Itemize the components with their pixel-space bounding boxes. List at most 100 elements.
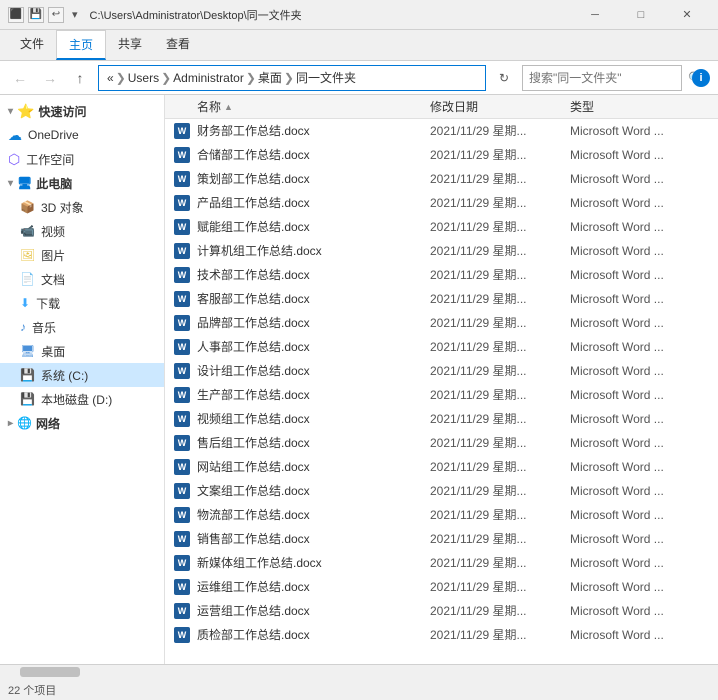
column-name[interactable]: 名称 ▲: [197, 98, 430, 115]
table-row[interactable]: W 财务部工作总结.docx 2021/11/29 星期... Microsof…: [165, 119, 718, 143]
undo-icon[interactable]: ↩: [48, 7, 64, 23]
file-items-container: W 财务部工作总结.docx 2021/11/29 星期... Microsof…: [165, 119, 718, 647]
sidebar-item-label: 工作空间: [26, 151, 156, 168]
ribbon-tabs: 文件 主页 共享 查看: [0, 30, 718, 60]
desktop-icon: 🖥: [20, 344, 35, 358]
maximize-button[interactable]: [618, 0, 664, 30]
table-row[interactable]: W 生产部工作总结.docx 2021/11/29 星期... Microsof…: [165, 383, 718, 407]
sort-arrow-icon: ▲: [224, 102, 233, 112]
sidebar-item-quick-access[interactable]: ▾ ⭐ 快速访问: [0, 99, 164, 123]
sidebar-item-label: 网络: [36, 415, 60, 432]
sidebar-item-music[interactable]: ♪ 音乐: [0, 315, 164, 339]
info-icon[interactable]: i: [692, 69, 710, 87]
word-file-icon: W: [173, 482, 191, 500]
file-name: 销售部工作总结.docx: [197, 530, 430, 547]
table-row[interactable]: W 视频组工作总结.docx 2021/11/29 星期... Microsof…: [165, 407, 718, 431]
table-row[interactable]: W 销售部工作总结.docx 2021/11/29 星期... Microsof…: [165, 527, 718, 551]
file-date: 2021/11/29 星期...: [430, 602, 570, 619]
table-row[interactable]: W 品牌部工作总结.docx 2021/11/29 星期... Microsof…: [165, 311, 718, 335]
table-row[interactable]: W 合储部工作总结.docx 2021/11/29 星期... Microsof…: [165, 143, 718, 167]
table-row[interactable]: W 策划部工作总结.docx 2021/11/29 星期... Microsof…: [165, 167, 718, 191]
file-type: Microsoft Word ...: [570, 148, 710, 162]
file-type: Microsoft Word ...: [570, 340, 710, 354]
sidebar-item-desktop[interactable]: 🖥 桌面: [0, 339, 164, 363]
sidebar-item-onedrive[interactable]: ☁ OneDrive: [0, 123, 164, 147]
scroll-thumb[interactable]: [20, 667, 80, 677]
file-date: 2021/11/29 星期...: [430, 554, 570, 571]
file-type: Microsoft Word ...: [570, 244, 710, 258]
table-row[interactable]: W 文案组工作总结.docx 2021/11/29 星期... Microsof…: [165, 479, 718, 503]
table-row[interactable]: W 计算机组工作总结.docx 2021/11/29 星期... Microso…: [165, 239, 718, 263]
sidebar-item-system-c[interactable]: 💾 系统 (C:): [0, 363, 164, 387]
word-file-icon: W: [173, 458, 191, 476]
table-row[interactable]: W 网站组工作总结.docx 2021/11/29 星期... Microsof…: [165, 455, 718, 479]
file-type: Microsoft Word ...: [570, 604, 710, 618]
sidebar-item-label: 3D 对象: [41, 199, 156, 216]
file-date: 2021/11/29 星期...: [430, 146, 570, 163]
sidebar-item-3d-objects[interactable]: 📦 3D 对象: [0, 195, 164, 219]
forward-button[interactable]: →: [38, 66, 62, 90]
sidebar-item-network[interactable]: ▸ 🌐 网络: [0, 411, 164, 435]
file-name: 物流部工作总结.docx: [197, 506, 430, 523]
word-file-icon: W: [173, 554, 191, 572]
file-name: 品牌部工作总结.docx: [197, 314, 430, 331]
word-file-icon: W: [173, 506, 191, 524]
status-item-count: 22 个项目: [8, 682, 56, 698]
refresh-button[interactable]: ↻: [492, 66, 516, 90]
table-row[interactable]: W 运营组工作总结.docx 2021/11/29 星期... Microsof…: [165, 599, 718, 623]
sidebar-item-label: 图片: [41, 247, 156, 264]
table-row[interactable]: W 客服部工作总结.docx 2021/11/29 星期... Microsof…: [165, 287, 718, 311]
horizontal-scrollbar[interactable]: [0, 664, 718, 678]
file-type: Microsoft Word ...: [570, 196, 710, 210]
file-type: Microsoft Word ...: [570, 292, 710, 306]
table-row[interactable]: W 售后组工作总结.docx 2021/11/29 星期... Microsof…: [165, 431, 718, 455]
close-button[interactable]: [664, 0, 710, 30]
search-box[interactable]: 🔍: [522, 65, 682, 91]
word-file-icon: W: [173, 578, 191, 596]
sidebar-item-workspace[interactable]: ⬡ 工作空间: [0, 147, 164, 171]
word-file-icon: W: [173, 434, 191, 452]
sidebar-item-pictures[interactable]: 🖼 图片: [0, 243, 164, 267]
table-row[interactable]: W 新媒体组工作总结.docx 2021/11/29 星期... Microso…: [165, 551, 718, 575]
tab-file[interactable]: 文件: [8, 30, 56, 60]
file-type: Microsoft Word ...: [570, 316, 710, 330]
save-icon[interactable]: 💾: [28, 7, 44, 23]
file-name: 运维组工作总结.docx: [197, 578, 430, 595]
file-date: 2021/11/29 星期...: [430, 170, 570, 187]
minimize-button[interactable]: [572, 0, 618, 30]
file-type: Microsoft Word ...: [570, 532, 710, 546]
table-row[interactable]: W 人事部工作总结.docx 2021/11/29 星期... Microsof…: [165, 335, 718, 359]
file-type: Microsoft Word ...: [570, 124, 710, 138]
table-row[interactable]: W 赋能组工作总结.docx 2021/11/29 星期... Microsof…: [165, 215, 718, 239]
tab-home[interactable]: 主页: [56, 30, 106, 60]
table-row[interactable]: W 设计组工作总结.docx 2021/11/29 星期... Microsof…: [165, 359, 718, 383]
table-row[interactable]: W 技术部工作总结.docx 2021/11/29 星期... Microsof…: [165, 263, 718, 287]
sidebar-item-videos[interactable]: 📹 视频: [0, 219, 164, 243]
quick-access-icon: ⭐: [17, 103, 34, 120]
sidebar-item-local-d[interactable]: 💾 本地磁盘 (D:): [0, 387, 164, 411]
tab-share[interactable]: 共享: [106, 30, 154, 60]
sidebar-item-documents[interactable]: 📄 文档: [0, 267, 164, 291]
address-path[interactable]: « ❯ Users ❯ Administrator ❯ 桌面 ❯ 同一文件夹: [98, 65, 486, 91]
ribbon: 文件 主页 共享 查看: [0, 30, 718, 61]
up-button[interactable]: ↑: [68, 66, 92, 90]
tab-view[interactable]: 查看: [154, 30, 202, 60]
file-name: 计算机组工作总结.docx: [197, 242, 430, 259]
search-input[interactable]: [529, 71, 684, 85]
table-row[interactable]: W 运维组工作总结.docx 2021/11/29 星期... Microsof…: [165, 575, 718, 599]
sidebar-item-label: 本地磁盘 (D:): [41, 391, 156, 408]
file-date: 2021/11/29 星期...: [430, 290, 570, 307]
back-button[interactable]: ←: [8, 66, 32, 90]
sidebar-item-downloads[interactable]: ⬇ 下载: [0, 291, 164, 315]
table-row[interactable]: W 物流部工作总结.docx 2021/11/29 星期... Microsof…: [165, 503, 718, 527]
file-date: 2021/11/29 星期...: [430, 338, 570, 355]
sidebar-item-this-pc[interactable]: ▾ 🖥 此电脑: [0, 171, 164, 195]
column-type[interactable]: 类型: [570, 98, 710, 115]
table-row[interactable]: W 质检部工作总结.docx 2021/11/29 星期... Microsof…: [165, 623, 718, 647]
file-type: Microsoft Word ...: [570, 460, 710, 474]
quick-access-icon[interactable]: ⬛: [8, 7, 24, 23]
word-file-icon: W: [173, 530, 191, 548]
word-file-icon: W: [173, 410, 191, 428]
table-row[interactable]: W 产品组工作总结.docx 2021/11/29 星期... Microsof…: [165, 191, 718, 215]
column-date[interactable]: 修改日期: [430, 98, 570, 115]
